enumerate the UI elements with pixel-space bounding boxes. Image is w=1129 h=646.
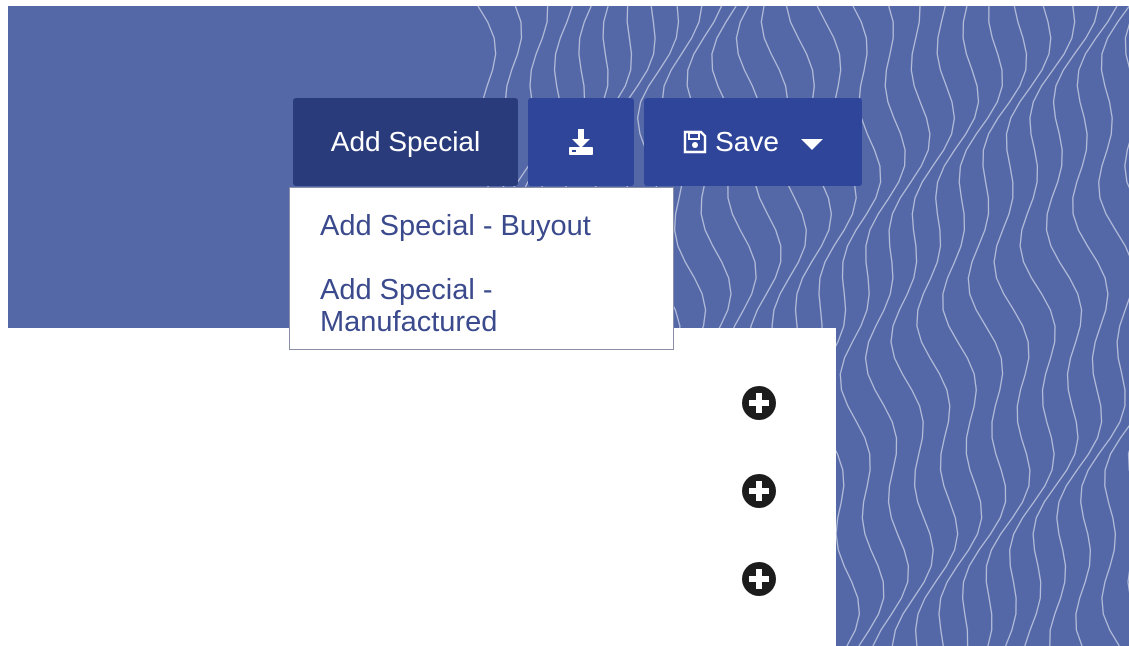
menu-item-add-special-manufactured[interactable]: Add Special - Manufactured — [320, 274, 640, 338]
floppy-disk-icon — [683, 130, 707, 154]
content-panel — [8, 328, 836, 646]
add-special-button[interactable]: Add Special — [293, 98, 518, 186]
caret-down-icon[interactable] — [800, 138, 823, 150]
plus-circle-icon[interactable] — [742, 474, 776, 508]
plus-circle-icon[interactable] — [742, 386, 776, 420]
add-special-label: Add Special — [330, 126, 481, 157]
save-button[interactable]: Save — [644, 98, 862, 186]
download-icon — [569, 129, 593, 155]
download-button[interactable] — [528, 98, 634, 186]
add-special-dropdown-menu: Add Special - Buyout Add Special - Manuf… — [289, 187, 674, 350]
save-label: Save — [715, 126, 779, 157]
plus-circle-icon[interactable] — [742, 562, 776, 596]
menu-item-add-special-buyout[interactable]: Add Special - Buyout — [320, 210, 591, 242]
